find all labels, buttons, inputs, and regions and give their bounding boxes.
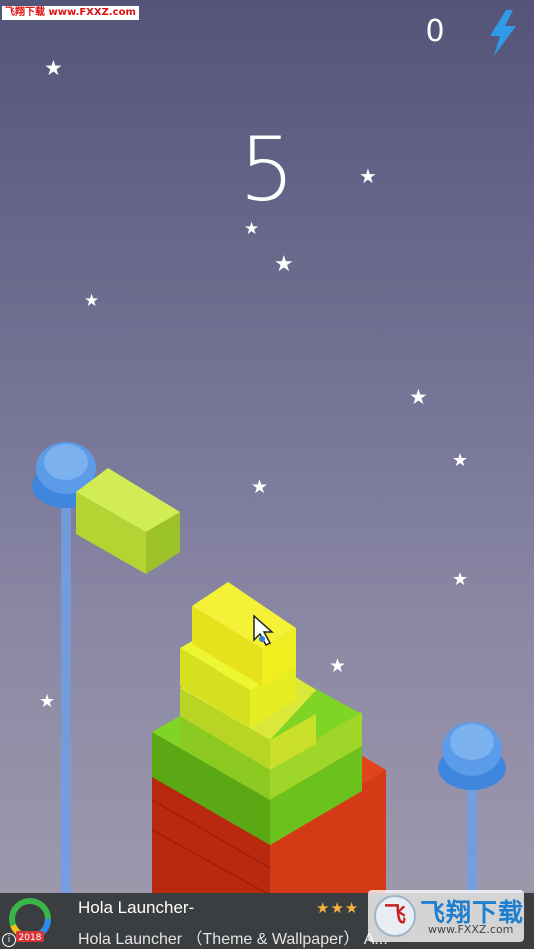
game-screen[interactable]: 飞翔下载 www.FXXZ.com 0 5 ★ ★ ★ ★ ★ ★ ★ ★ ★ … xyxy=(0,0,534,949)
ad-description[interactable]: Hola Launcher （Theme & Wallpaper） A... xyxy=(78,925,388,949)
tree-right xyxy=(438,722,506,895)
moving-block xyxy=(76,468,180,574)
watermark-url: www.FXXZ.com xyxy=(428,923,514,936)
ad-info-icon[interactable]: i xyxy=(2,933,16,947)
ad-logo-badge: 2018 xyxy=(19,933,42,943)
watermark-bottom: 飞 飞翔下载 www.FXXZ.com xyxy=(368,890,524,942)
watermark-logo-icon: 飞 xyxy=(374,895,416,937)
ad-rating-stars: ★★★ xyxy=(316,899,360,917)
game-scene xyxy=(32,442,506,896)
ad-title[interactable]: Hola Launcher- xyxy=(78,898,194,918)
